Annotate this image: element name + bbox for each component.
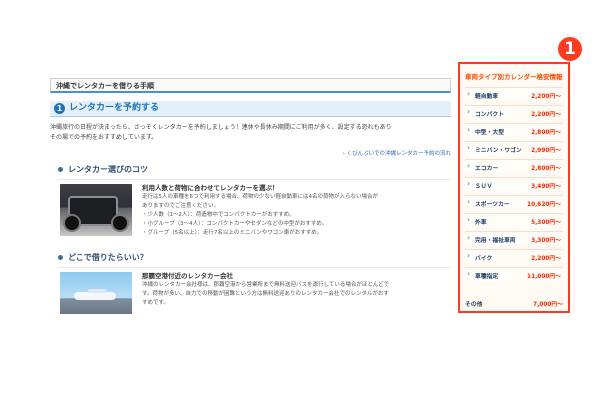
vehicle-price: 10,620円～ [527,202,561,208]
chevron-right-icon: › [467,143,471,152]
vehicle-type-label: スポーツカー [475,202,510,208]
chevron-right-icon: › [467,251,471,260]
vehicle-price: 3,490円～ [531,184,561,190]
reservation-guide-link[interactable]: › くびんぷいでの沖縄レンタカー予約の流れ [343,149,451,157]
location-heading-text: どこで借りたらいい？ [68,253,148,262]
vehicle-type-label: 外車 [475,220,487,226]
vehicle-price: 3,300円～ [531,238,561,244]
price-row-minivan[interactable]: › ミニバン・ワゴン 2,990円～ [465,141,563,155]
price-row-model-select[interactable]: › 車種指定 11,000円～ [465,267,563,281]
location-heading: どこで借りたらいい？ [58,252,148,263]
tips-heading-text: レンタカー選びのコツ [68,165,148,174]
chevron-right-icon: › [467,107,471,116]
vehicle-price: 2,200円～ [531,256,561,262]
vehicle-type-label: ＳＵＶ [475,184,493,190]
vehicle-type-label: 軽自動車 [475,94,499,100]
chevron-right-icon: › [467,125,471,134]
location-card-line: 沖縄のレンタカー会社様は、那覇空港から営業所まで無料送迎バスを運行している場合が… [142,282,390,288]
dot-icon [58,255,63,260]
price-row-eco[interactable]: › エコカー 2,800円～ [465,159,563,173]
car-wheel-left [63,214,81,232]
airport-airplane-image [60,272,132,314]
vehicle-type-label: 中型・大型 [475,130,504,136]
tips-card-line: ・小グループ（3～4人）：コンパクトカーやセダンなどの中型がおすすめ。 [142,221,328,227]
tips-card-line: ・グループ（5名以上）：走行7名以上のミニバンやワゴン車がおすすめ。 [142,230,323,236]
location-card-line: す。荷物が多い、自力での移動が困難という方は無料送迎ありのレンタカー会社でのレン… [142,291,389,297]
location-card-title: 那覇空港付近のレンタカー会社 [142,272,233,280]
vehicle-price: 5,300円～ [531,220,561,226]
vehicle-price: 11,000円～ [527,274,561,280]
dot-icon [58,167,63,172]
car-trunk-image [60,184,132,236]
price-row-bike[interactable]: › バイク 2,200円～ [465,249,563,263]
tips-card-line: ありますのでご注意ください。 [142,203,220,209]
page-title: 沖縄でレンタカーを借りる手順 [50,78,451,93]
intro-text: 沖縄旅行の日程が決まったら、さっそくレンタカーを予約しましょう！連休や長休み期間… [50,123,451,143]
vehicle-price: 2,200円～ [531,94,561,100]
vehicle-price: 2,800円～ [531,166,561,172]
step-number-badge: 1 [54,103,65,114]
chevron-right-icon: › [467,161,471,170]
other-price: 7,000円～ [533,302,563,308]
vehicle-type-label: 車種指定 [475,274,499,280]
price-row-sports[interactable]: › スポーツカー 10,620円～ [465,195,563,209]
vehicle-price: 2,990円～ [531,148,561,154]
vehicle-price: 2,800円～ [531,130,561,136]
location-card: 那覇空港付近のレンタカー会社 沖縄のレンタカー会社様は、那覇空港から営業所まで無… [58,267,451,314]
price-row-compact[interactable]: › コンパクト 2,200円～ [465,105,563,119]
car-wheel-right [111,214,129,232]
chevron-right-icon: › [467,197,471,206]
price-panel-title: 車両タイプ別カレンダー格安情報 [465,73,563,81]
price-row-foreign[interactable]: › 外車 5,300円～ [465,213,563,227]
tips-card-text: 走行は5人の車種を6つで利用する場合、荷物の少ない軽自動車には4名の荷物が入らな… [142,193,449,238]
chevron-right-icon: › [467,215,471,224]
tips-card-line: ・少人数（1～2人）：荷造物中でコンパクトカーがおすすめ。 [142,212,295,218]
price-row-suv[interactable]: › ＳＵＶ 3,490円～ [465,177,563,191]
tips-heading: レンタカー選びのコツ [58,164,148,175]
article-content: 沖縄でレンタカーを借りる手順 1 レンタカーを予約する 沖縄旅行の日程が決まった… [50,78,453,314]
tips-card: 利用人数と荷物に合わせてレンタカーを選ぶ！ 走行は5人の車種を6つで利用する場合… [58,179,451,244]
section-title: レンタカーを予約する [69,103,160,113]
airplane-fuselage [74,292,116,300]
location-card-line: すめです。 [142,300,169,306]
vehicle-price-panel: 車両タイプ別カレンダー格安情報 › 軽自動車 2,200円～ › コンパクト 2… [458,62,570,313]
intro-line: その場での予約をおすすめしています。 [50,134,158,141]
chevron-right-icon: › [467,179,471,188]
chevron-right-icon: › [467,89,471,98]
location-card-text: 沖縄のレンタカー会社様は、那覇空港から営業所まで無料送迎バスを運行している場合が… [142,281,449,308]
chevron-right-icon: › [467,233,471,242]
annotation-marker: 1 [558,37,582,61]
airplane-wing [87,289,107,293]
vehicle-type-label: バイク [475,256,493,262]
vehicle-type-label: ミニバン・ワゴン [475,148,522,154]
chevron-right-icon: › [467,269,471,278]
section-header: 1 レンタカーを予約する [50,101,451,117]
other-label[interactable]: その他 [465,299,482,308]
vehicle-type-label: エコカー [475,166,499,172]
intro-line: 沖縄旅行の日程が決まったら、さっそくレンタカーを予約しましょう！連休や長休み期間… [50,124,392,131]
vehicle-type-label: 完用・福祉車両 [475,238,516,244]
price-row-welfare[interactable]: › 完用・福祉車両 3,300円～ [465,231,563,245]
tips-card-line: 走行は5人の車種を6つで利用する場合、荷物の少ない軽自動車には4名の荷物が入らな… [142,194,379,200]
price-row-midsize[interactable]: › 中型・大型 2,800円～ [465,123,563,137]
vehicle-price: 2,200円～ [531,112,561,118]
vehicle-type-label: コンパクト [475,112,504,118]
price-row-kei[interactable]: › 軽自動車 2,200円～ [465,87,563,101]
tips-card-title: 利用人数と荷物に合わせてレンタカーを選ぶ！ [142,184,279,192]
